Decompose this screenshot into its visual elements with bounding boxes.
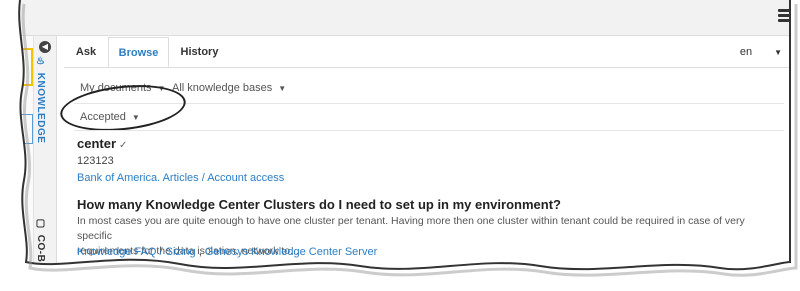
torn-page-edge [0,0,800,291]
app-window: ◀ ♨ KNOWLEDGE ▢ CO-B Ask Browse History … [0,0,800,291]
